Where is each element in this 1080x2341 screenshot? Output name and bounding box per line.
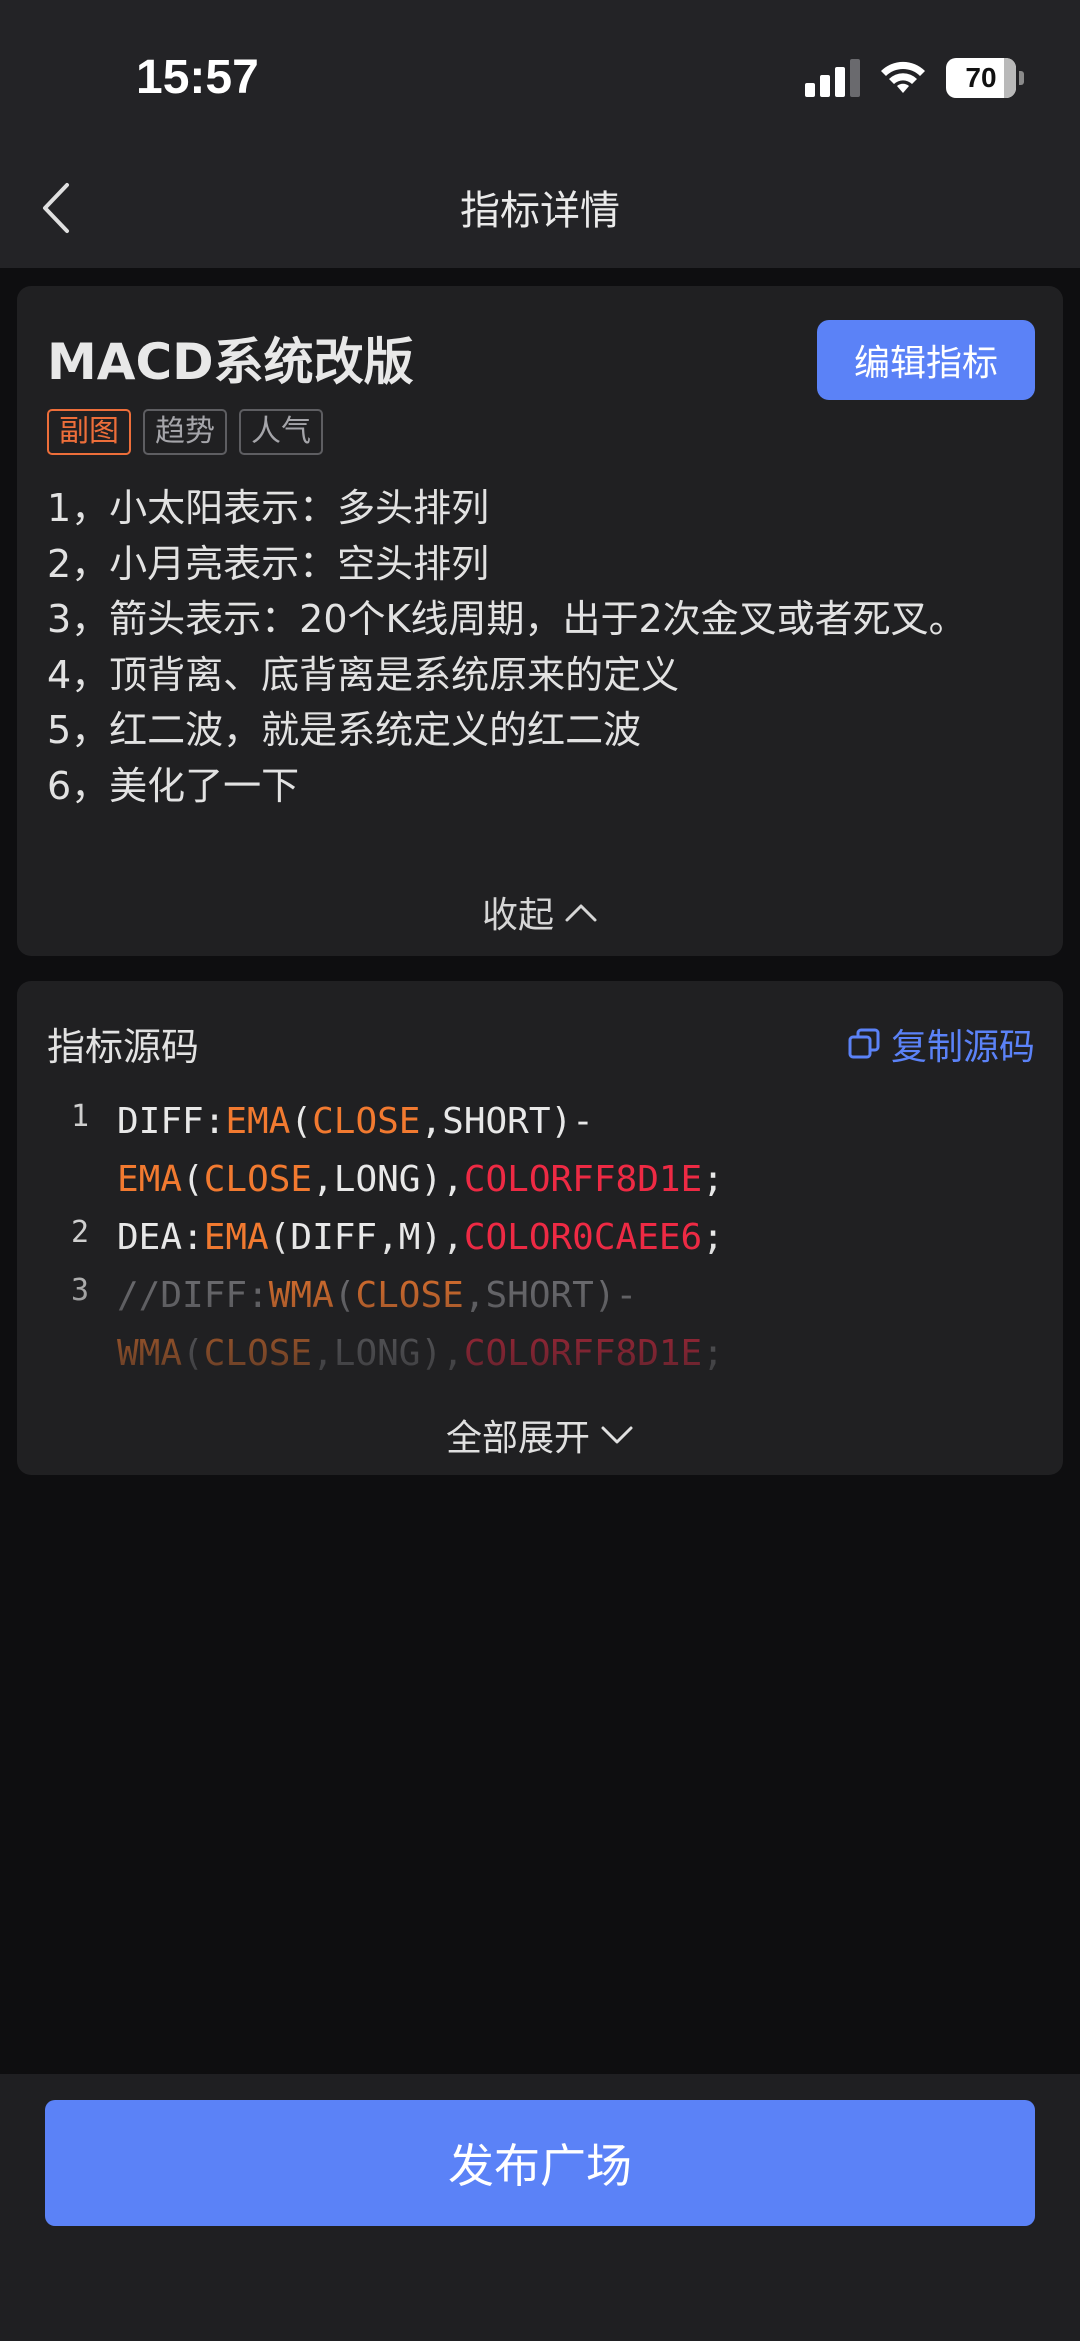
copy-source-button[interactable]: 复制源码 xyxy=(847,1018,1035,1070)
chevron-up-icon xyxy=(565,904,597,922)
line-number: 1 xyxy=(70,1099,89,1134)
source-title: 指标源码 xyxy=(47,1025,200,1069)
top-bar: 15:57 70 指标详情 xyxy=(0,0,1080,268)
code-block: 1 DIFF:EMA(CLOSE,SHORT)- EMA(CLOSE,LONG)… xyxy=(17,1093,1063,1375)
tag-subchart: 副图 xyxy=(47,409,131,455)
line-number: 3 xyxy=(70,1273,89,1308)
tag-list: 副图 趋势 人气 xyxy=(47,409,323,455)
description-line: 6，美化了一下 xyxy=(47,763,300,808)
description-line: 2，小月亮表示：空头排列 xyxy=(47,541,490,586)
expand-label: 全部展开 xyxy=(445,1418,590,1459)
page-title: 指标详情 xyxy=(460,188,620,234)
tag-popularity: 人气 xyxy=(239,409,323,455)
description-line: 1，小太阳表示：多头排列 xyxy=(47,486,490,530)
status-time: 15:57 xyxy=(136,51,259,104)
bottom-bar: 发布广场 xyxy=(0,2074,1080,2341)
indicator-name: MACD系统改版 xyxy=(47,333,414,391)
code-text: DEA:EMA(DIFF,M),COLOR0CAEE6; xyxy=(117,1217,724,1258)
wifi-icon xyxy=(881,61,925,93)
description-line: 3，箭头表示：20个K线周期，出于2次金叉或者死叉。 xyxy=(47,597,967,641)
copy-source-label: 复制源码 xyxy=(890,1027,1035,1068)
description-line: 5，红二波，就是系统定义的红二波 xyxy=(47,708,642,752)
code-line: 2 DEA:EMA(DIFF,M),COLOR0CAEE6; xyxy=(17,1209,1063,1267)
line-number: 2 xyxy=(70,1215,89,1250)
status-icons: 70 xyxy=(805,56,1024,100)
publish-button[interactable]: 发布广场 xyxy=(45,2100,1035,2226)
copy-icon xyxy=(848,1028,880,1059)
collapse-label: 收起 xyxy=(481,895,554,936)
code-text: DIFF:EMA(CLOSE,SHORT)- EMA(CLOSE,LONG),C… xyxy=(117,1101,724,1200)
collapse-button[interactable]: 收起 xyxy=(17,886,1063,938)
code-line: 3 //DIFF:WMA(CLOSE,SHORT)- WMA(CLOSE,LON… xyxy=(17,1267,1063,1375)
expand-all-button[interactable]: 全部展开 xyxy=(17,1409,1063,1461)
chevron-down-icon xyxy=(601,1426,633,1444)
battery-level: 70 xyxy=(965,62,997,93)
cellular-signal-icon xyxy=(805,59,860,97)
code-line: 1 DIFF:EMA(CLOSE,SHORT)- EMA(CLOSE,LONG)… xyxy=(17,1093,1063,1209)
indicator-description: 1，小太阳表示：多头排列 2，小月亮表示：空头排列 3，箭头表示：20个K线周期… xyxy=(47,481,1037,814)
edit-indicator-button[interactable]: 编辑指标 xyxy=(817,320,1035,400)
tag-trend: 趋势 xyxy=(143,409,227,455)
indicator-info-card: MACD系统改版 编辑指标 副图 趋势 人气 1，小太阳表示：多头排列 2，小月… xyxy=(17,286,1063,956)
source-code-card: 指标源码 复制源码 1 DIFF:EMA(CLOSE,SHORT)- EMA(C… xyxy=(17,981,1063,1475)
code-text: //DIFF:WMA(CLOSE,SHORT)- WMA(CLOSE,LONG)… xyxy=(117,1275,724,1374)
battery-indicator: 70 xyxy=(946,58,1024,98)
description-line: 4，顶背离、底背离是系统原来的定义 xyxy=(47,652,680,697)
